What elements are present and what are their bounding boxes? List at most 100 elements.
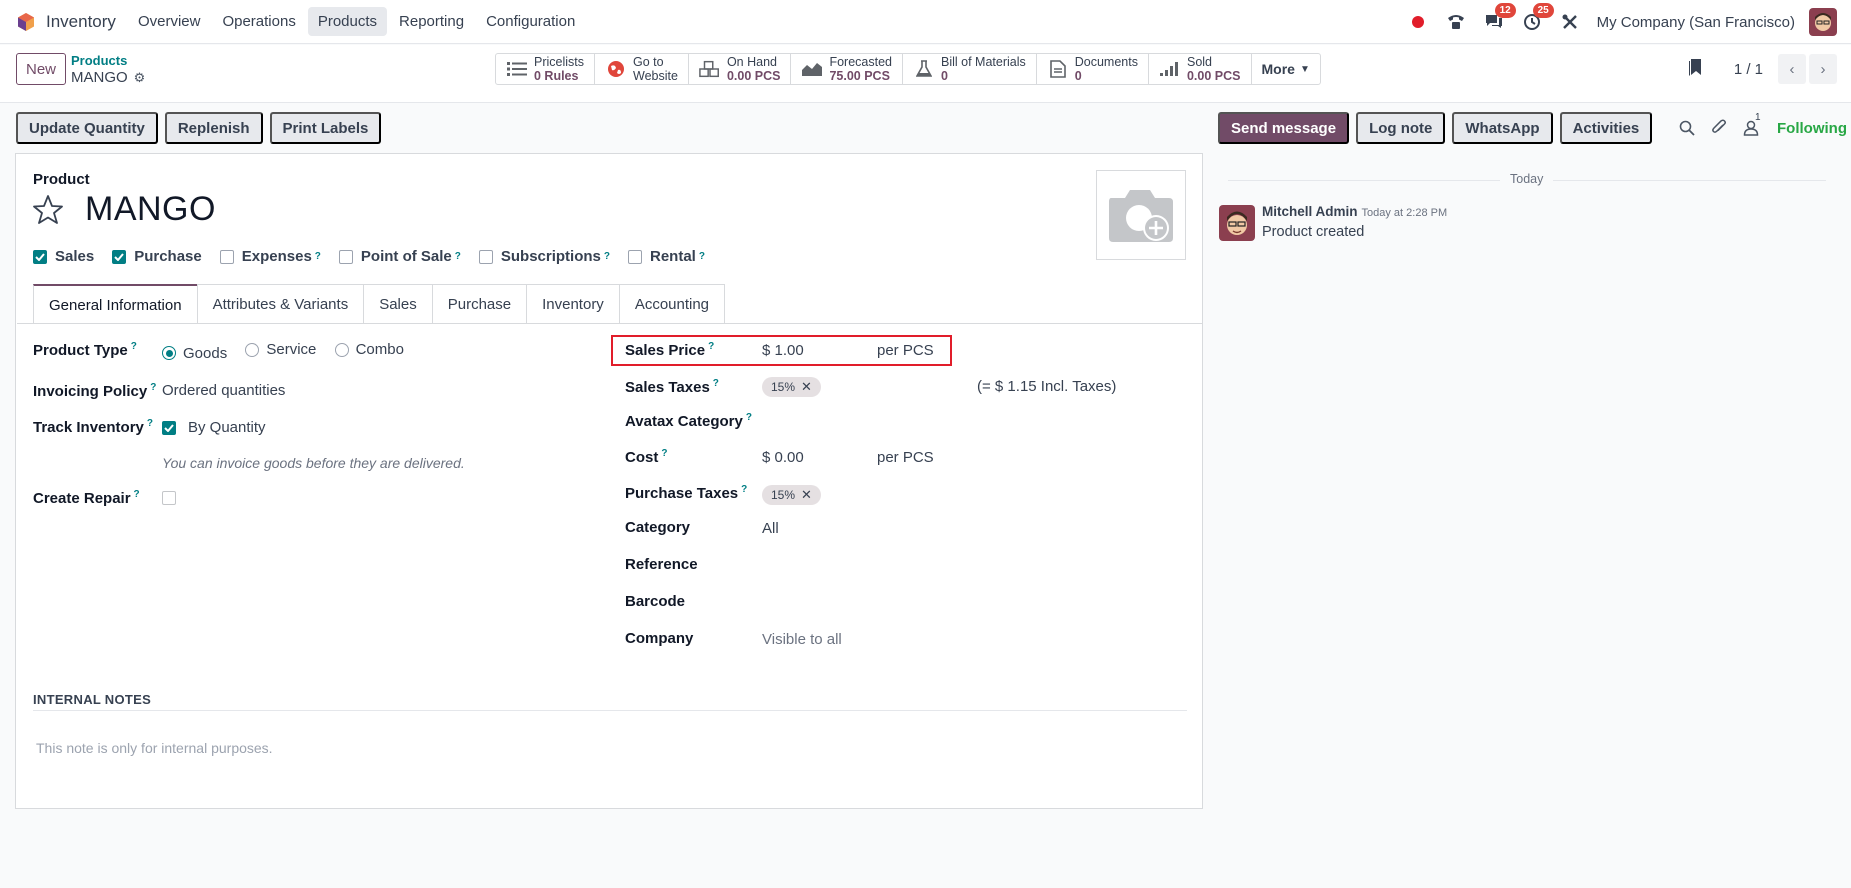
menu-reporting[interactable]: Reporting xyxy=(389,7,474,36)
more-button[interactable]: More ▼ xyxy=(1252,54,1320,84)
pricelists-button[interactable]: Pricelists 0 Rules xyxy=(496,54,596,84)
forecasted-button[interactable]: Forecasted 75.00 PCS xyxy=(791,54,903,84)
help-tooltip-icon[interactable]: ? xyxy=(713,378,719,389)
inventory-app-icon[interactable] xyxy=(16,12,36,32)
help-tooltip-icon[interactable]: ? xyxy=(699,251,705,262)
menu-configuration[interactable]: Configuration xyxy=(476,7,585,36)
help-tooltip-icon[interactable]: ? xyxy=(741,484,747,495)
sold-button[interactable]: Sold 0.00 PCS xyxy=(1149,54,1252,84)
following-button[interactable]: Following xyxy=(1777,120,1847,137)
help-tooltip-icon[interactable]: ? xyxy=(708,341,714,352)
radio-service[interactable]: Service xyxy=(245,341,316,358)
search-icon[interactable] xyxy=(1677,118,1697,138)
whatsapp-button[interactable]: WhatsApp xyxy=(1452,112,1553,144)
checkmark-icon[interactable] xyxy=(33,249,47,264)
menu-products[interactable]: Products xyxy=(307,7,388,36)
point-of-sale-checkbox[interactable]: Point of Sale? xyxy=(338,248,461,265)
send-message-button[interactable]: Send message xyxy=(1218,112,1350,144)
tab-general-information[interactable]: General Information xyxy=(33,284,198,324)
go-to-website-button[interactable]: Go to Website xyxy=(595,54,689,84)
log-note-button[interactable]: Log note xyxy=(1356,112,1446,144)
tab-purchase[interactable]: Purchase xyxy=(431,284,528,324)
checkbox-box[interactable] xyxy=(478,249,493,264)
bookmark-icon[interactable] xyxy=(1688,57,1704,81)
activities-button[interactable]: Activities xyxy=(1559,112,1653,144)
radio-combo[interactable]: Combo xyxy=(334,341,404,358)
menu-operations[interactable]: Operations xyxy=(212,7,305,36)
documents-button[interactable]: Documents 0 xyxy=(1037,54,1149,84)
expenses-checkbox[interactable]: Expenses? xyxy=(219,248,321,265)
reference-input[interactable] xyxy=(762,556,1062,576)
tools-icon[interactable] xyxy=(1559,11,1581,33)
app-name[interactable]: Inventory xyxy=(46,12,116,32)
subscriptions-checkbox[interactable]: Subscriptions? xyxy=(478,248,610,265)
author-name[interactable]: Mitchell Admin xyxy=(1262,204,1358,219)
bill-of-materials-button[interactable]: Bill of Materials 0 xyxy=(903,54,1037,84)
help-tooltip-icon[interactable]: ? xyxy=(134,489,140,500)
help-tooltip-icon[interactable]: ? xyxy=(661,448,667,459)
help-tooltip-icon[interactable]: ? xyxy=(147,418,153,429)
sales-price-input[interactable]: $ 1.00 xyxy=(762,342,804,359)
checkmark-icon[interactable] xyxy=(112,249,127,264)
tab-attributes-variants[interactable]: Attributes & Variants xyxy=(196,284,365,324)
checkbox-box[interactable] xyxy=(627,249,642,264)
tracking-select[interactable]: By Quantity xyxy=(188,419,266,436)
user-avatar[interactable] xyxy=(1809,8,1837,36)
help-tooltip-icon[interactable]: ? xyxy=(604,251,610,262)
star-icon[interactable] xyxy=(32,194,64,226)
internal-notes-editor[interactable]: This note is only for internal purposes. xyxy=(36,740,273,756)
print-labels-button[interactable]: Print Labels xyxy=(269,112,382,144)
pager-previous-button[interactable]: ‹ xyxy=(1778,54,1806,84)
radio-dot[interactable] xyxy=(334,342,349,357)
messages-icon[interactable]: 12 xyxy=(1483,3,1516,33)
paperclip-icon[interactable] xyxy=(1709,118,1729,138)
close-icon[interactable]: ✕ xyxy=(801,487,812,503)
can-be-sold-checkbox[interactable]: Sales xyxy=(33,248,94,265)
product-name-input[interactable]: MANGO xyxy=(85,190,216,229)
pager-value[interactable]: 1 / 1 xyxy=(1734,61,1763,78)
invoicing-policy-select[interactable]: Ordered quantities xyxy=(162,382,285,399)
radio-dot[interactable] xyxy=(245,342,260,357)
sales-taxes-field[interactable]: 15% ✕ xyxy=(762,377,821,397)
help-tooltip-icon[interactable]: ? xyxy=(315,251,321,262)
cost-input[interactable]: $ 0.00 xyxy=(762,449,804,466)
replenish-button[interactable]: Replenish xyxy=(164,112,263,144)
company-input[interactable]: Visible to all xyxy=(762,631,842,648)
help-tooltip-icon[interactable]: ? xyxy=(455,251,461,262)
menu-overview[interactable]: Overview xyxy=(128,7,211,36)
rental-checkbox[interactable]: Rental? xyxy=(627,248,705,265)
phone-icon[interactable] xyxy=(1445,11,1467,33)
can-be-purchased-checkbox[interactable]: Purchase xyxy=(112,248,202,265)
followers-icon[interactable]: 1 xyxy=(1741,112,1761,138)
tab-sales[interactable]: Sales xyxy=(363,284,433,324)
close-icon[interactable]: ✕ xyxy=(801,379,812,395)
smart-label: Sold xyxy=(1186,55,1213,69)
message-author-avatar[interactable] xyxy=(1219,205,1255,241)
radio-dot[interactable] xyxy=(162,346,176,360)
product-image-uploader[interactable] xyxy=(1096,170,1186,260)
gear-icon[interactable]: ⚙ xyxy=(134,70,146,86)
checkbox-box[interactable] xyxy=(338,249,353,264)
track-inventory-checkbox[interactable] xyxy=(162,420,176,435)
radio-goods[interactable]: Goods xyxy=(162,345,227,362)
on-hand-button[interactable]: On Hand 0.00 PCS xyxy=(689,54,792,84)
company-switcher[interactable]: My Company (San Francisco) xyxy=(1597,14,1795,31)
barcode-input[interactable] xyxy=(762,593,1062,613)
help-tooltip-icon[interactable]: ? xyxy=(746,412,752,423)
tab-inventory[interactable]: Inventory xyxy=(526,284,620,324)
label-text: Invoicing Policy xyxy=(33,383,148,400)
checkbox-box[interactable] xyxy=(219,249,234,264)
purchase-taxes-label: Purchase Taxes? xyxy=(625,484,747,502)
purchase-taxes-field[interactable]: 15% ✕ xyxy=(762,485,821,505)
help-tooltip-icon[interactable]: ? xyxy=(150,382,156,393)
help-tooltip-icon[interactable]: ? xyxy=(131,341,137,352)
create-repair-checkbox[interactable] xyxy=(162,491,176,505)
pager-next-button[interactable]: › xyxy=(1809,54,1837,84)
category-input[interactable]: All xyxy=(762,520,779,537)
recording-icon[interactable] xyxy=(1407,11,1429,33)
new-button[interactable]: New xyxy=(16,53,66,85)
activity-clock-icon[interactable]: 25 xyxy=(1521,3,1554,33)
breadcrumb-products[interactable]: Products xyxy=(71,53,127,68)
tab-accounting[interactable]: Accounting xyxy=(618,284,726,324)
update-quantity-button[interactable]: Update Quantity xyxy=(16,112,158,144)
